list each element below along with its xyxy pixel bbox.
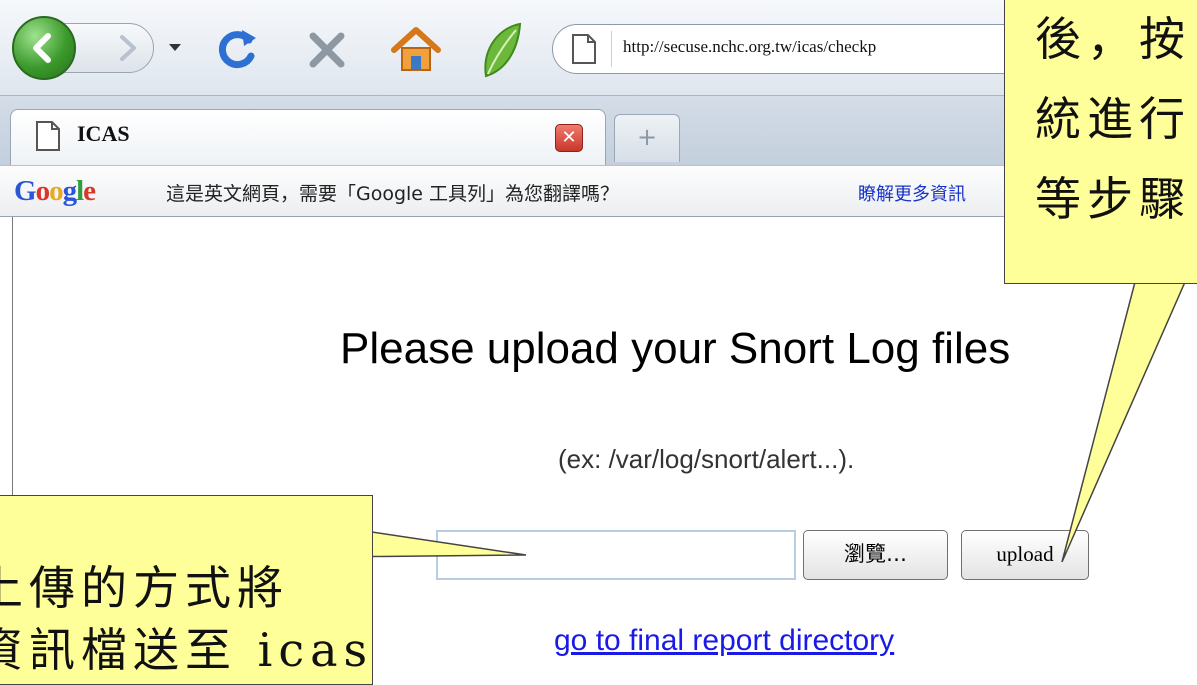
callout-left-line: 資訊檔送至 icas	[0, 623, 373, 677]
upload-button[interactable]: upload	[961, 530, 1089, 580]
address-bar[interactable]: http://secuse.nchc.org.tw/icas/checkp	[552, 24, 1012, 74]
upload-example-text: (ex: /var/log/snort/alert...).	[558, 444, 855, 474]
back-button[interactable]	[12, 16, 76, 80]
callout-right-line: 後，按	[1035, 12, 1191, 66]
callout-right: 後，按 統進行 等步驟	[1004, 0, 1197, 284]
callout-right-line: 等步驟	[1035, 172, 1191, 226]
stop-icon[interactable]	[305, 28, 349, 72]
home-icon[interactable]	[390, 26, 442, 74]
forward-arrow-icon[interactable]	[112, 31, 142, 65]
translate-learn-more-link[interactable]: 瞭解更多資訊	[858, 180, 966, 206]
url-text[interactable]: http://secuse.nchc.org.tw/icas/checkp	[623, 37, 876, 57]
page-border	[12, 217, 13, 517]
file-path-input[interactable]	[436, 530, 796, 580]
page-icon	[36, 121, 60, 151]
callout-left: 上傳的方式將 資訊檔送至 icas	[0, 495, 373, 685]
address-bar-divider	[611, 31, 612, 67]
page-icon	[572, 34, 596, 64]
callout-right-line: 統進行	[1035, 92, 1191, 146]
final-report-link[interactable]: go to final report directory	[554, 624, 894, 658]
translate-message: 這是英文網頁，需要「Google 工具列」為您翻譯嗎？	[166, 183, 620, 205]
callout-left-line: 上傳的方式將	[0, 561, 289, 615]
leaf-icon[interactable]	[478, 20, 524, 80]
google-logo-letter: g	[62, 175, 77, 207]
tab-icas[interactable]: ICAS ✕	[10, 109, 606, 165]
history-dropdown-icon[interactable]	[164, 36, 186, 58]
page-title: Please upload your Snort Log files	[340, 324, 1011, 373]
google-logo-letter: o	[35, 175, 50, 207]
new-tab-icon[interactable]: +	[614, 114, 680, 162]
tab-close-icon[interactable]: ✕	[555, 124, 583, 152]
back-arrow-icon	[33, 33, 51, 63]
google-logo: Google	[14, 175, 96, 208]
google-logo-letter: e	[83, 175, 96, 207]
tab-title: ICAS	[77, 121, 130, 146]
google-logo-letter: o	[49, 175, 63, 207]
browse-button[interactable]: 瀏覽…	[803, 530, 948, 580]
google-logo-letter: G	[14, 175, 37, 207]
reload-icon[interactable]	[214, 26, 260, 72]
